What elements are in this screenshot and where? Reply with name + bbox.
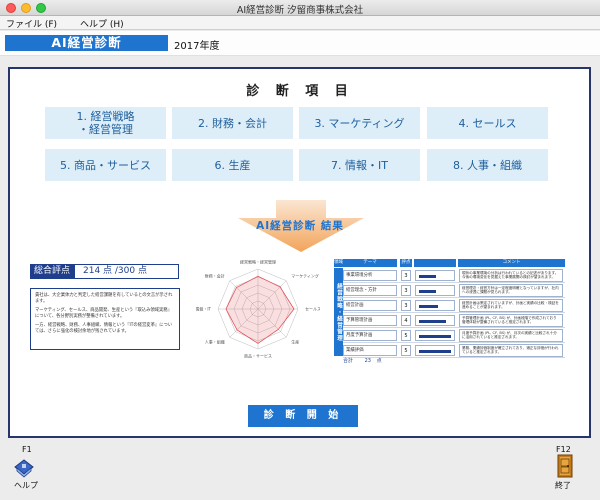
total-unit: 点 — [376, 358, 382, 364]
row-theme: 業績評価 — [343, 345, 397, 356]
table-header-bar — [414, 259, 456, 267]
radar-axis-label: セールス — [305, 307, 320, 312]
row-score: 3 — [401, 300, 411, 311]
table-header-score: 評点 — [400, 259, 412, 267]
exit-door-icon[interactable] — [556, 454, 574, 478]
category-button-production[interactable]: 6. 生産 — [172, 149, 293, 181]
category-button-products[interactable]: 5. 商品・サービス — [45, 149, 166, 181]
total-score-value: 214 点 /300 点 — [74, 264, 179, 279]
exit-fkey-label: F12 — [556, 445, 571, 454]
menu-file[interactable]: ファイル (F) — [6, 17, 57, 30]
help-fkey-label: F1 — [22, 445, 32, 454]
table-row: 経営理念・方針 3 経営理念・経営方針は一定程度明確となっていますが、社内への浸透に… — [343, 283, 565, 298]
row-score: 5 — [401, 330, 411, 341]
row-score-bar — [419, 320, 446, 323]
row-score: 4 — [401, 315, 411, 326]
summary-paragraph: 貴社は、大企業体力と判定した経営課題を有しているとの文言が示されます。 — [35, 293, 173, 304]
category-button-finance[interactable]: 2. 財務・会計 — [172, 107, 293, 139]
radar-axis-label: 商品・サービス — [244, 353, 272, 359]
row-comment: 予算管理計画 (PL, CF, BS) が、計画段階で作成されており管理体制が整… — [459, 314, 563, 327]
row-bar-box — [415, 330, 455, 341]
window-titlebar: AI経営診断 汐留商事株式会社 — [0, 0, 600, 16]
row-score-bar — [419, 335, 451, 338]
summary-text-box: 貴社は、大企業体力と判定した経営課題を有しているとの文言が示されます。 マーケテ… — [30, 288, 180, 350]
radar-chart: 経営戦略・経営管理マーケティングセールス生産商品・サービス 人事・組織 情報・IT 財… — [196, 259, 320, 359]
row-bar-box — [415, 270, 455, 281]
menu-help[interactable]: ヘルプ (H) — [80, 17, 124, 30]
table-header-area: 領域 — [334, 259, 343, 267]
row-bar-box — [415, 345, 455, 356]
footer-bar — [0, 440, 600, 500]
row-score-bar — [419, 275, 436, 278]
category-button-marketing[interactable]: 3. マーケティング — [299, 107, 420, 139]
row-score: 3 — [401, 270, 411, 281]
table-total: 合計 23 点 — [343, 356, 565, 366]
window-title: AI経営診断 汐留商事株式会社 — [236, 5, 364, 16]
table-row: 事業環境分析 3 現状の事業環境の分析は行われているとの記述があります。今後の環境変… — [343, 268, 565, 283]
help-button-label[interactable]: ヘルプ — [14, 480, 38, 491]
table-row: 経営計画 3 経営計画は策定されていますが、計画と実績の比較・検証を進めることが望ま… — [343, 298, 565, 313]
row-theme: 事業環境分析 — [343, 270, 397, 281]
table-header-comment: コメント — [458, 259, 565, 267]
summary-paragraph: 一方、経営戦略、財務、人事組織、情報という『ITの経営変革』については、さらに強… — [35, 323, 173, 334]
category-button-hr[interactable]: 8. 人事・組織 — [427, 149, 548, 181]
exit-button-label[interactable]: 終了 — [555, 480, 571, 491]
row-score: 5 — [401, 345, 411, 356]
row-bar-box — [415, 300, 455, 311]
row-comment: 現状の事業環境の分析は行われているとの記述があります。今後の環境変化を見据えた事… — [459, 269, 563, 282]
table-side-label: 経営戦略・経営管理 — [334, 268, 343, 356]
total-value: 23 — [364, 358, 371, 364]
row-theme: 経営理念・方針 — [343, 285, 397, 296]
app-title-badge: AI経営診断 — [5, 35, 168, 51]
row-bar-box — [415, 315, 455, 326]
row-score: 3 — [401, 285, 411, 296]
row-score-bar — [419, 350, 451, 353]
radar-axis-label: 経営戦略・経営管理 — [240, 259, 276, 265]
row-score-bar — [419, 305, 438, 308]
radar-axis-label: 生産 — [291, 339, 299, 345]
section-title: 診 断 項 目 — [246, 84, 354, 99]
category-button-it[interactable]: 7. 情報・IT — [299, 149, 420, 181]
table-header-theme: テーマ — [343, 259, 397, 267]
results-table: 領域 テーマ 評点 コメント 経営戦略・経営管理 事業環境分析 3 現状の事業環境の… — [334, 259, 565, 366]
row-comment: 月度予算計画 (PL, CF, BS) が、月次の実績と比較され十分に活用されて… — [459, 329, 563, 342]
category-button-sales[interactable]: 4. セールス — [427, 107, 548, 139]
table-row: 予算管理計画 4 予算管理計画 (PL, CF, BS) が、計画段階で作成されてお… — [343, 313, 565, 328]
radar-axis-label: 財務・会計 — [205, 272, 225, 278]
row-score-bar — [419, 290, 436, 293]
summary-paragraph: マーケティング、セールス、商品開発、生産という『取込み領域実務』について、各分野… — [35, 308, 172, 319]
radar-axis-label: 情報・IT — [196, 306, 212, 312]
total-label: 合計 — [343, 358, 354, 364]
category-button-strategy[interactable]: 1. 経営戦略 ・経営管理 — [45, 107, 166, 139]
results-label: AI経営診断 結果 — [256, 220, 344, 232]
row-comment: 経営計画は策定されていますが、計画と実績の比較・検証を進めることが望まれます。 — [459, 299, 563, 312]
row-comment: 経営理念・経営方針は一定程度明確となっていますが、社内への浸透に課題が見られます… — [459, 284, 563, 297]
row-theme: 経営計画 — [343, 300, 397, 311]
fiscal-year: 2017年度 — [174, 41, 220, 52]
row-theme: 予算管理計画 — [343, 315, 397, 326]
total-score-label: 総合評点 — [30, 264, 74, 279]
radar-axis-label: マーケティング — [291, 272, 319, 278]
start-diagnosis-button[interactable]: 診 断 開 始 — [248, 405, 358, 427]
menu-bar: ファイル (F) ヘルプ (H) — [0, 16, 600, 30]
help-book-icon[interactable] — [13, 456, 35, 478]
table-row: 月度予算計画 5 月度予算計画 (PL, CF, BS) が、月次の実績と比較され十… — [343, 328, 565, 343]
radar-axis-label: 人事・組織 — [205, 339, 225, 345]
row-bar-box — [415, 285, 455, 296]
row-theme: 月度予算計画 — [343, 330, 397, 341]
